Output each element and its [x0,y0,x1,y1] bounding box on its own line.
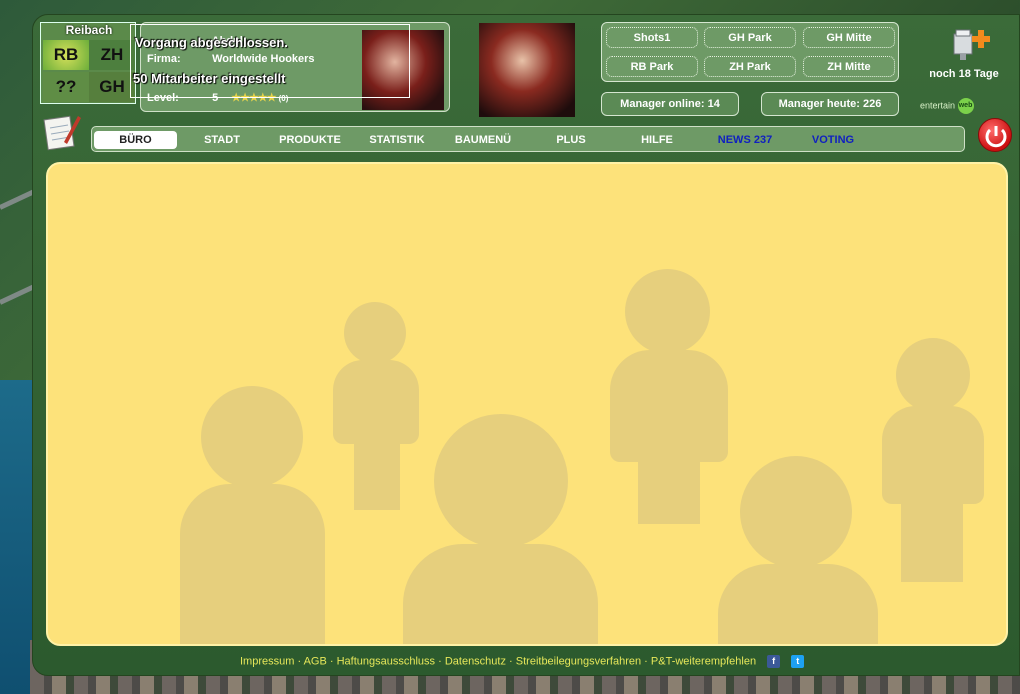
managers-today-value: 226 [863,98,882,110]
brand-label: entertain [920,100,956,111]
silhouette-head [344,302,406,364]
tab-voting[interactable]: VOTING [792,131,874,149]
silhouette-head [434,414,568,548]
silhouette-body [882,406,984,504]
silhouette-head [201,386,303,488]
link-rb-park-button[interactable]: RB Park [606,56,698,77]
managers-today-label: Manager heute: [778,98,860,110]
map-cell-gh[interactable]: GH [89,72,135,102]
link-zh-park-button[interactable]: ZH Park [704,56,796,77]
footer-separator: · [326,655,337,668]
managers-today-badge: Manager heute: 226 [761,92,899,116]
footer-link-haftungsausschluss[interactable]: Haftungsausschluss [337,655,435,667]
power-symbol [985,126,1007,148]
character-portrait[interactable] [479,23,575,117]
tab-stadt[interactable]: STADT [182,131,262,149]
footer-link-datenschutz[interactable]: Datenschutz [445,655,506,667]
managers-online-badge: Manager online: 14 [601,92,739,116]
footer-separator: · [641,655,651,668]
city-map[interactable]: Reibach RB ZH ?? GH [40,22,136,104]
link-shots1-button[interactable]: Shots1 [606,27,698,48]
silhouette-body [180,484,325,644]
map-cell-rb[interactable]: RB [43,40,89,70]
footer-link-agb[interactable]: AGB [304,655,327,667]
status-message-box: Vorgang abgeschlossen. 50 Mitarbeiter ei… [130,24,410,98]
silhouette-head [740,456,852,568]
gift-icon[interactable] [950,26,990,62]
brand-badge: web [957,98,974,114]
tab-baumenue[interactable]: BAUMENÜ [442,131,524,149]
facebook-icon[interactable]: f [767,655,781,668]
silhouette-head [625,269,710,354]
silhouette-body [403,544,598,644]
tab-statistik[interactable]: STATISTIK [356,131,438,149]
managers-online-label: Manager online: [620,98,705,110]
link-gh-mitte-button[interactable]: GH Mitte [803,27,895,48]
footer-separator: · [505,655,516,668]
entertainweb-logo[interactable]: entertain web [920,98,974,114]
notepad-icon[interactable] [42,110,82,152]
silhouette-body [354,434,400,510]
tab-hilfe[interactable]: HILFE [616,131,698,149]
managers-online-value: 14 [707,98,720,110]
map-cell-zh[interactable]: ZH [89,40,135,70]
office-content-area [46,162,1008,646]
tab-produkte[interactable]: PRODUKTE [268,131,352,149]
silhouette-head [896,338,970,412]
link-gh-park-button[interactable]: GH Park [704,27,796,48]
tab-buero[interactable]: BÜRO [94,131,177,149]
silhouette-body [610,350,728,462]
tab-news[interactable]: NEWS 237 [704,131,786,149]
link-zh-mitte-button[interactable]: ZH Mitte [803,56,895,77]
footer-link-impressum[interactable]: Impressum [240,655,294,667]
map-title: Reibach [65,23,113,37]
twitter-icon[interactable]: t [791,655,805,668]
tab-plus[interactable]: PLUS [530,131,612,149]
status-message-2: 50 Mitarbeiter eingestellt [133,71,286,86]
logout-power-icon[interactable] [978,118,1012,152]
map-cell-unknown[interactable]: ?? [43,72,89,102]
footer-links: Impressum · AGB · Haftungsausschluss · D… [240,655,805,668]
footer-separator: · [294,655,304,668]
main-navigation: BÜRO STADT PRODUKTE STATISTIK BAUMENÜ PL… [91,126,965,152]
status-message-1: Vorgang abgeschlossen. [135,35,288,50]
silhouette-body [718,564,878,644]
silhouette-body [901,496,963,582]
location-links-panel: Shots1 GH Park GH Mitte RB Park ZH Park … [601,22,899,82]
promo-days-remaining: noch 18 Tage [929,68,999,80]
footer-link-streitbeilegung[interactable]: Streitbeilegungsverfahren [516,655,641,667]
footer-separator: · [435,655,445,668]
silhouette-body [333,360,419,444]
footer-link-weiterempfehlen[interactable]: P&T-weiterempfehlen [651,655,756,667]
silhouette-body [638,454,700,524]
